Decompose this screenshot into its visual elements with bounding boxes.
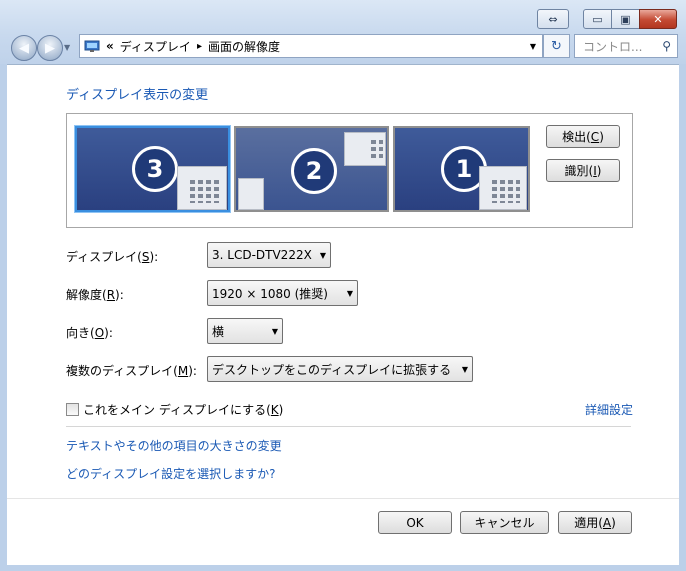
text-size-link[interactable]: テキストやその他の項目の大きさの変更 bbox=[66, 437, 282, 454]
control-panel-icon bbox=[84, 40, 100, 53]
chevron-down-icon: ▼ bbox=[346, 288, 354, 298]
window-frame-left bbox=[0, 64, 7, 571]
breadcrumb-overflow[interactable]: « bbox=[106, 39, 114, 53]
multiple-displays-label: 複数のディスプレイ(M): bbox=[66, 364, 197, 378]
refresh-button[interactable]: ↻ bbox=[543, 34, 570, 58]
resolution-label: 解像度(R): bbox=[66, 288, 124, 302]
multiple-displays-select[interactable]: デスクトップをこのディスプレイに拡張する ▼ bbox=[207, 356, 473, 382]
orientation-select[interactable]: 横 ▼ bbox=[207, 318, 283, 344]
which-settings-link[interactable]: どのディスプレイ設定を選択しますか? bbox=[66, 465, 276, 482]
gadget-thumbnail-icon bbox=[238, 178, 264, 210]
swap-icon: ⇔ bbox=[548, 12, 558, 26]
cancel-button[interactable]: キャンセル bbox=[460, 511, 549, 534]
window-frame-bottom bbox=[0, 564, 686, 571]
make-main-display-checkbox[interactable] bbox=[66, 403, 79, 416]
window-thumbnail-icon bbox=[177, 166, 227, 210]
swap-windows-button[interactable]: ⇔ bbox=[537, 9, 569, 29]
monitor-2[interactable]: 2 bbox=[234, 126, 389, 212]
window-thumbnail-icon bbox=[479, 166, 527, 210]
forward-button[interactable]: ▶ bbox=[37, 35, 63, 61]
monitor-3-number: 3 bbox=[132, 146, 178, 192]
monitor-1[interactable]: 1 bbox=[393, 126, 530, 212]
back-arrow-icon: ◀ bbox=[19, 40, 29, 56]
chevron-down-icon: ▼ bbox=[319, 250, 327, 260]
detect-button[interactable]: 検出(C) bbox=[546, 125, 620, 148]
minimize-button[interactable]: ▭ bbox=[583, 9, 612, 29]
maximize-button[interactable]: ▣ bbox=[611, 9, 640, 29]
monitor-2-number: 2 bbox=[291, 148, 337, 194]
breadcrumb-resolution[interactable]: 画面の解像度 bbox=[208, 38, 530, 55]
search-icon[interactable]: ⚲ bbox=[662, 39, 671, 53]
apply-button[interactable]: 適用(A) bbox=[558, 511, 632, 534]
address-dropdown-icon[interactable]: ▼ bbox=[530, 42, 536, 51]
display-select[interactable]: 3. LCD-DTV222X ▼ bbox=[207, 242, 331, 268]
orientation-label: 向き(O): bbox=[66, 326, 113, 340]
make-main-display-label[interactable]: これをメイン ディスプレイにする(K) bbox=[83, 401, 283, 418]
ok-button[interactable]: OK bbox=[378, 511, 452, 534]
breadcrumb-arrow-icon[interactable]: ▸ bbox=[197, 41, 202, 52]
minimize-icon: ▭ bbox=[592, 12, 603, 26]
breadcrumb-display[interactable]: ディスプレイ bbox=[120, 38, 191, 55]
divider bbox=[66, 426, 631, 427]
display-label: ディスプレイ(S): bbox=[66, 250, 159, 264]
monitor-3[interactable]: 3 bbox=[75, 126, 230, 212]
maximize-icon: ▣ bbox=[620, 12, 631, 26]
resolution-select[interactable]: 1920 × 1080 (推奨) ▼ bbox=[207, 280, 358, 306]
window-frame-right bbox=[679, 64, 686, 571]
close-button[interactable]: ✕ bbox=[639, 9, 677, 29]
close-icon: ✕ bbox=[653, 12, 663, 26]
back-button[interactable]: ◀ bbox=[11, 35, 37, 61]
search-input[interactable]: コントロ... ⚲ bbox=[574, 34, 678, 58]
recent-pages-dropdown[interactable]: ▼ bbox=[64, 43, 70, 52]
chevron-down-icon: ▼ bbox=[461, 364, 469, 374]
search-placeholder: コントロ... bbox=[583, 39, 643, 54]
advanced-settings-link[interactable]: 詳細設定 bbox=[585, 401, 633, 418]
window-thumbnail-icon bbox=[344, 132, 386, 166]
footer-divider bbox=[7, 498, 679, 499]
forward-arrow-icon: ▶ bbox=[45, 40, 55, 56]
address-bar[interactable]: « ディスプレイ ▸ 画面の解像度 ▼ bbox=[79, 34, 543, 58]
chevron-down-icon: ▼ bbox=[271, 326, 279, 336]
refresh-icon: ↻ bbox=[551, 38, 562, 54]
identify-button[interactable]: 識別(I) bbox=[546, 159, 620, 182]
page-heading: ディスプレイ表示の変更 bbox=[66, 88, 209, 103]
